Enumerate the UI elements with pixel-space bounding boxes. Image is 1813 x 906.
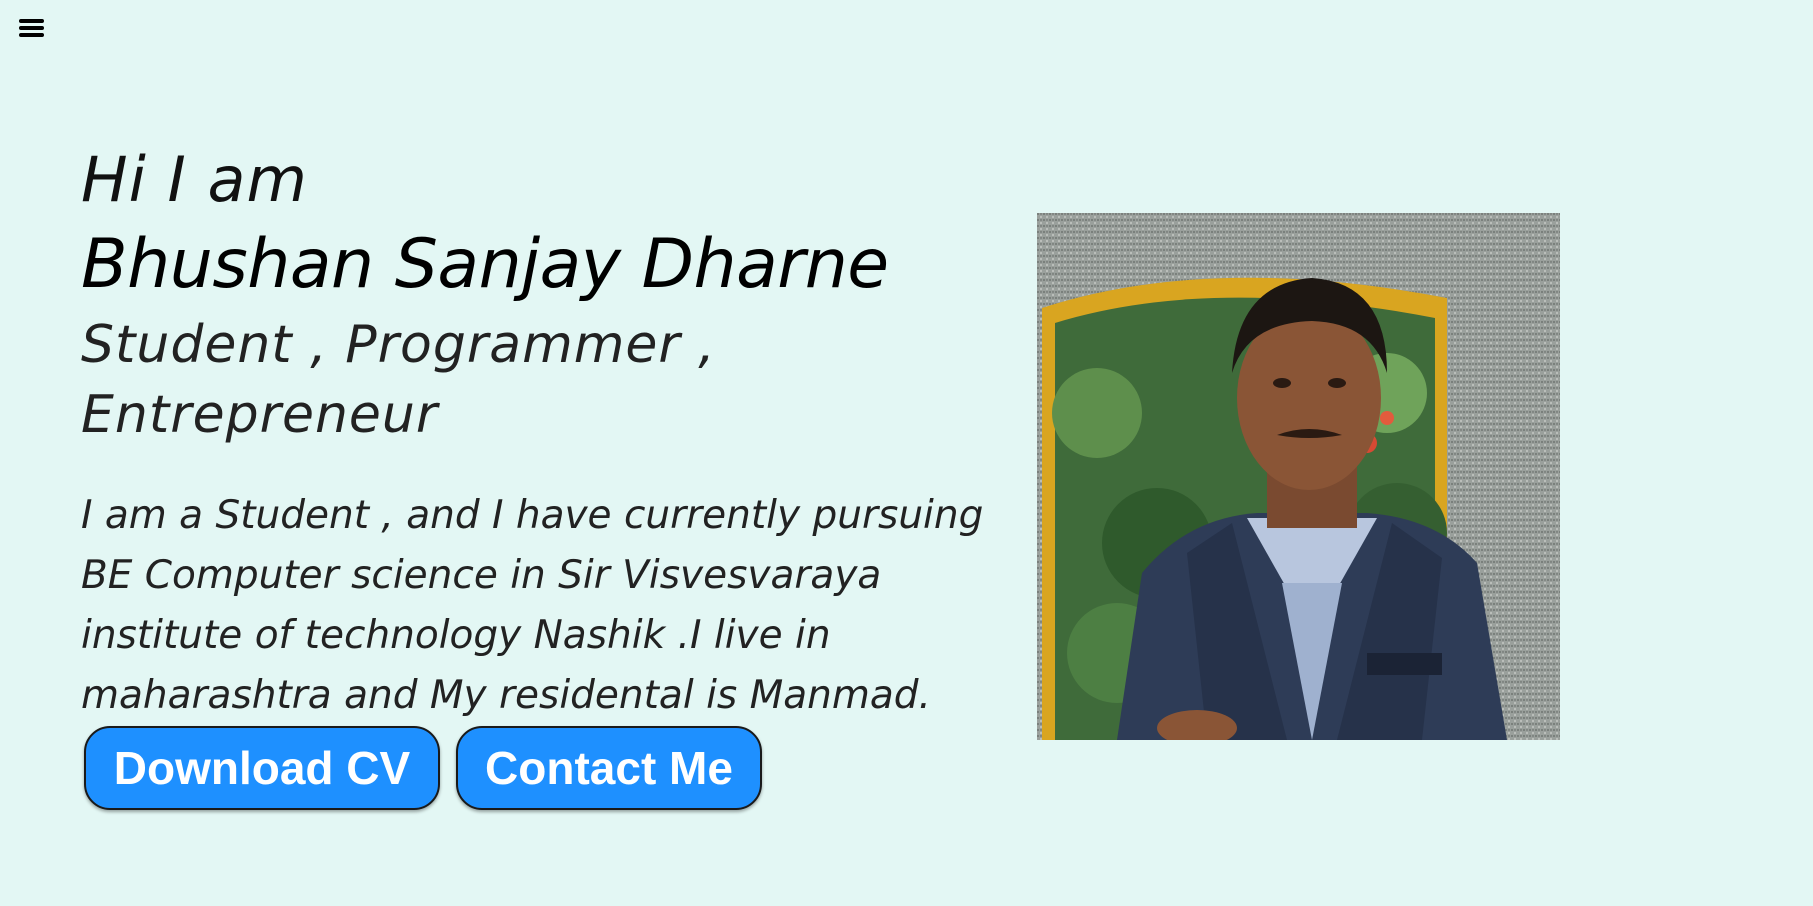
person-name: Bhushan Sanjay Dharne bbox=[81, 225, 889, 304]
download-cv-button[interactable]: Download CV bbox=[84, 726, 440, 810]
profile-photo-illustration bbox=[1037, 213, 1560, 740]
intro-section: Hi I am Bhushan Sanjay Dharne Student , … bbox=[81, 140, 1011, 726]
greeting-text: Hi I am bbox=[81, 143, 308, 216]
action-buttons: Download CV Contact Me bbox=[84, 726, 762, 810]
menu-bar-middle bbox=[19, 26, 44, 30]
profile-photo bbox=[1037, 213, 1560, 740]
menu-bar-top bbox=[19, 19, 44, 23]
roles-text: Student , Programmer , Entrepreneur bbox=[81, 315, 716, 445]
contact-me-button[interactable]: Contact Me bbox=[456, 726, 762, 810]
hamburger-menu-icon[interactable] bbox=[19, 17, 45, 39]
portfolio-page: Hi I am Bhushan Sanjay Dharne Student , … bbox=[0, 0, 1813, 906]
bio-paragraph: I am a Student , and I have currently pu… bbox=[81, 493, 984, 718]
menu-bar-bottom bbox=[19, 33, 44, 37]
